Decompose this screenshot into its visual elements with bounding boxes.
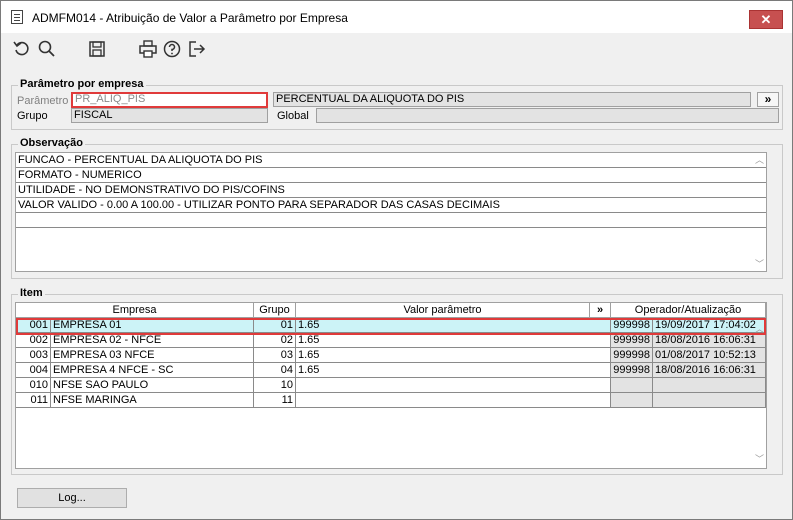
row-grupo: 01 [254,318,296,333]
log-button[interactable]: Log... [17,488,127,508]
main-window: ADMFM014 - Atribuição de Valor a Parâmet… [0,0,793,520]
print-icon[interactable] [138,39,158,59]
help-icon[interactable] [162,39,182,59]
grupo-label: Grupo [17,110,48,122]
scroll-down-icon[interactable]: ﹀ [755,452,764,465]
exit-icon[interactable] [187,39,207,59]
row-grupo: 02 [254,333,296,348]
global-field [316,108,779,123]
column-header-empresa[interactable]: Empresa [16,303,254,318]
parametro-input[interactable]: PR_ALIQ_PIS [71,92,268,108]
row-operador: 999998 [611,348,653,363]
row-empresa: EMPRESA 01 [51,318,254,333]
column-header-valor[interactable]: Valor parâmetro [296,303,590,318]
document-icon [11,10,23,24]
search-icon[interactable] [37,39,57,59]
observacao-textarea[interactable]: FUNCAO - PERCENTUAL DA ALIQUOTA DO PIS F… [15,152,767,272]
item-grid-scrollbar[interactable]: ︿ ﹀ [752,318,766,468]
row-atualizacao: 18/08/2016 16:06:31 [653,333,766,348]
row-operador [611,393,653,408]
parametro-expand-button[interactable]: » [757,92,779,107]
row-valor-input[interactable]: 1.65 [296,363,611,378]
row-code: 003 [16,348,51,363]
row-operador: 999998 [611,318,653,333]
row-valor-input[interactable]: 1.65 [296,348,611,363]
row-empresa: NFSE SAO PAULO [51,378,254,393]
item-grid: Empresa Grupo Valor parâmetro » Operador… [15,302,767,469]
observacao-group-legend: Observação [18,137,85,149]
row-operador: 999998 [611,363,653,378]
window-title: ADMFM014 - Atribuição de Valor a Parâmet… [32,11,348,25]
row-empresa: EMPRESA 03 NFCE [51,348,254,363]
row-grupo: 11 [254,393,296,408]
parametro-group-legend: Parâmetro por empresa [18,78,146,90]
observacao-line: VALOR VALIDO - 0.00 A 100.00 - UTILIZAR … [16,198,766,213]
row-atualizacao: 19/09/2017 17:04:02 [653,318,766,333]
row-code: 004 [16,363,51,378]
column-header-grupo[interactable]: Grupo [254,303,296,318]
row-atualizacao [653,378,766,393]
scroll-up-icon[interactable]: ︿ [755,153,764,166]
row-grupo: 03 [254,348,296,363]
row-code: 001 [16,318,51,333]
observacao-scrollbar[interactable]: ︿ ﹀ [752,153,766,271]
close-button[interactable]: ✕ [749,10,783,29]
row-valor-input[interactable]: 1.65 [296,333,611,348]
row-valor-input[interactable]: 1.65 [296,318,611,333]
row-operador [611,378,653,393]
toolbar [1,33,792,65]
row-valor-input[interactable] [296,393,611,408]
save-icon[interactable] [87,39,107,59]
observacao-line: FUNCAO - PERCENTUAL DA ALIQUOTA DO PIS [16,153,766,168]
row-grupo: 04 [254,363,296,378]
row-grupo: 10 [254,378,296,393]
row-atualizacao: 18/08/2016 16:06:31 [653,363,766,378]
row-valor-input[interactable] [296,378,611,393]
row-empresa: NFSE MARINGA [51,393,254,408]
column-expand-button[interactable]: » [590,303,611,318]
row-atualizacao: 01/08/2017 10:52:13 [653,348,766,363]
row-code: 002 [16,333,51,348]
refresh-icon[interactable] [12,39,32,59]
item-group-legend: Item [18,287,45,299]
observacao-line: UTILIDADE - NO DEMONSTRATIVO DO PIS/COFI… [16,183,766,198]
row-operador: 999998 [611,333,653,348]
observacao-line: FORMATO - NUMERICO [16,168,766,183]
row-code: 011 [16,393,51,408]
parametro-label: Parâmetro [17,95,69,107]
title-bar: ADMFM014 - Atribuição de Valor a Parâmet… [1,1,792,33]
row-code: 010 [16,378,51,393]
scroll-up-icon[interactable]: ︿ [755,322,764,335]
row-atualizacao [653,393,766,408]
global-label: Global [277,110,309,122]
grupo-field: FISCAL [71,108,268,123]
row-empresa: EMPRESA 02 - NFCE [51,333,254,348]
column-header-operador[interactable]: Operador/Atualização [611,303,766,318]
parametro-description: PERCENTUAL DA ALIQUOTA DO PIS [273,92,751,107]
observacao-line [16,213,766,228]
row-empresa: EMPRESA 4 NFCE - SC [51,363,254,378]
scroll-down-icon[interactable]: ﹀ [755,257,764,270]
